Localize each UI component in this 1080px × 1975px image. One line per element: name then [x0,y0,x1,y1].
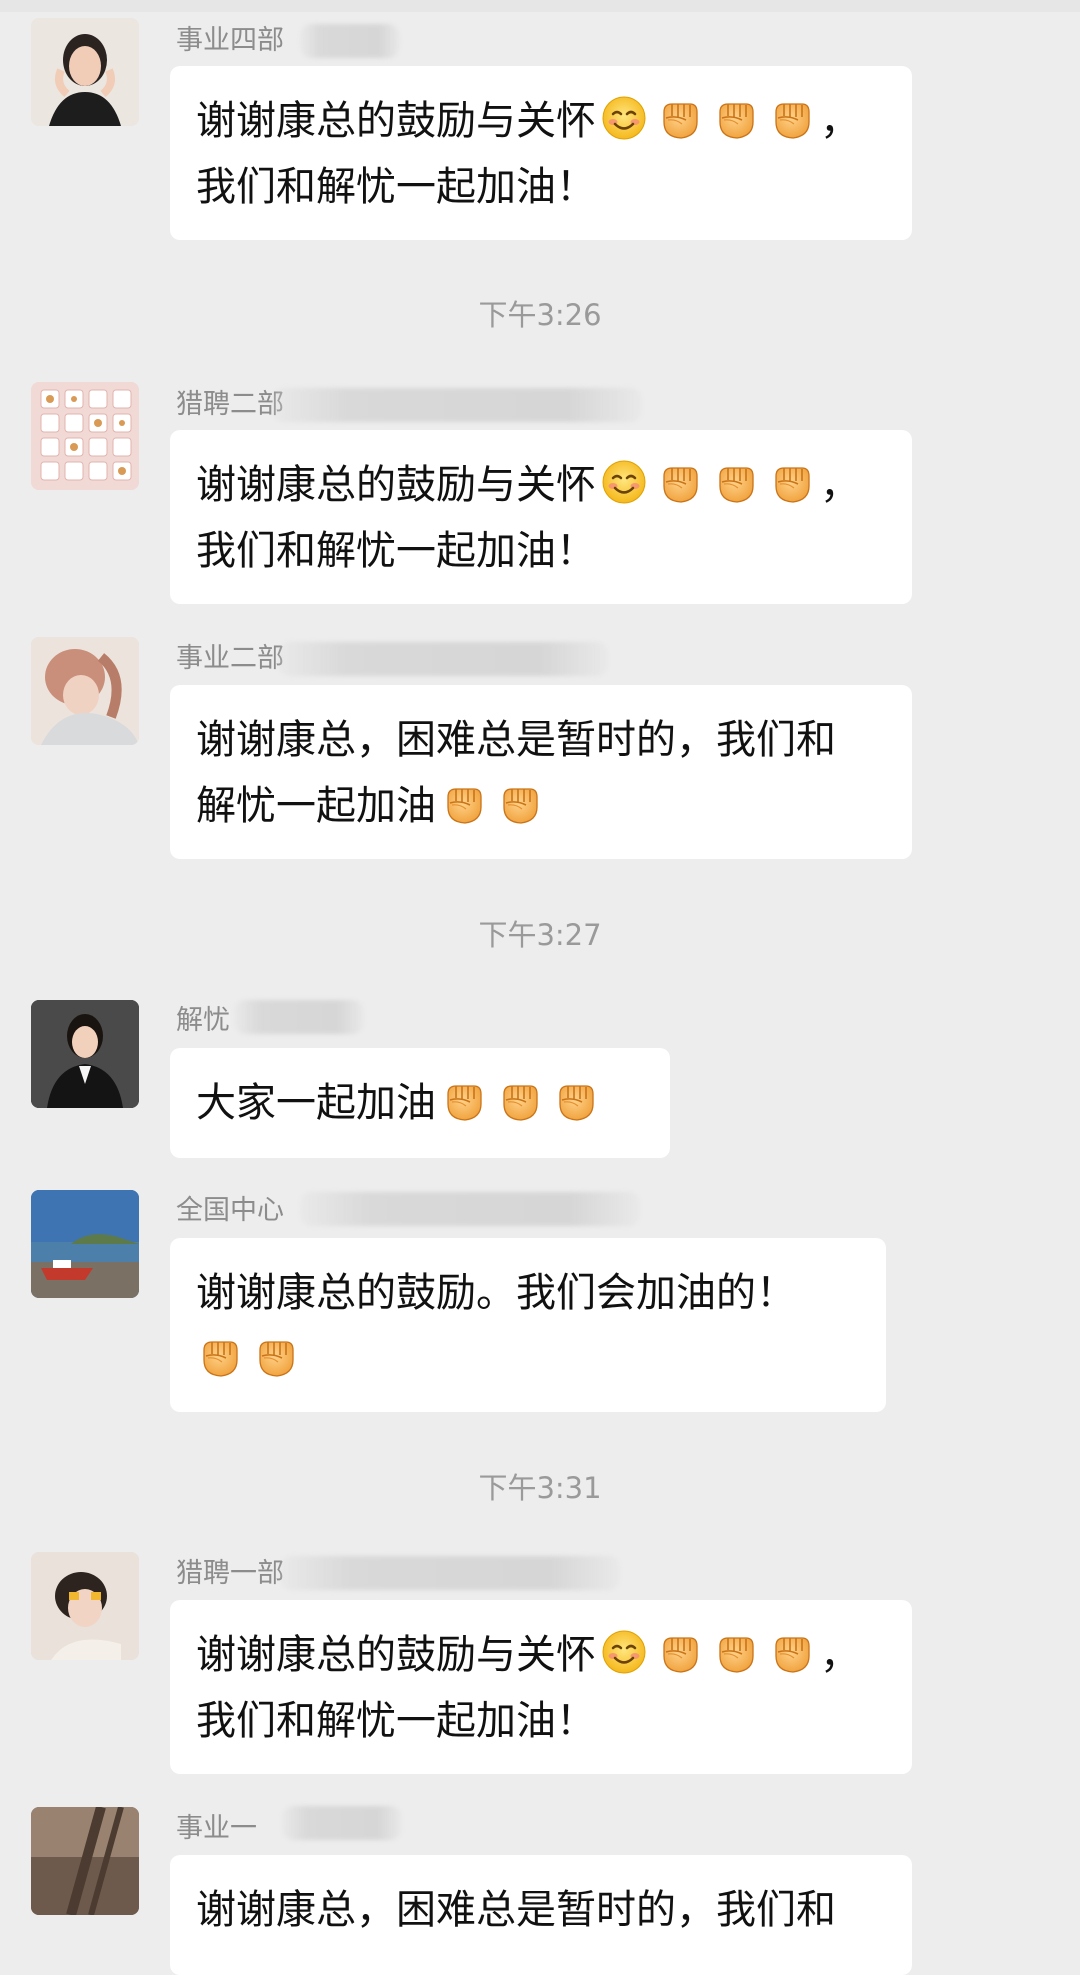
avatar[interactable] [31,1000,139,1108]
avatar[interactable] [31,1807,139,1915]
smiling-face-emoji [600,458,648,506]
raised-fist-emoji [712,458,760,506]
message-text: 大家一起加油 [196,1080,436,1126]
message-text: 谢谢康总的鼓励与关怀 [196,1632,596,1678]
message-text: 解忧一起加油 [196,783,436,829]
redacted-name [272,388,642,422]
redacted-name [282,1806,402,1840]
raised-fist-emoji [252,1332,300,1380]
redacted-name [278,642,608,676]
raised-fist-emoji [496,1076,544,1124]
timestamp: 下午3:26 [478,298,602,332]
raised-fist-emoji [656,1628,704,1676]
message-text-punct: ， [820,462,860,508]
message-text: 我们和解忧一起加油！ [196,1698,596,1744]
timestamp: 下午3:31 [478,1471,602,1505]
message-bubble[interactable]: 谢谢康总，困难总是暂时的，我们和 解忧一起加油 [170,685,912,859]
raised-fist-emoji [712,1628,760,1676]
message-text: 谢谢康总，困难总是暂时的，我们和 [196,1887,836,1933]
avatar[interactable] [31,1190,139,1298]
redacted-name [300,1192,640,1226]
raised-fist-emoji [768,94,816,142]
avatar[interactable] [31,382,139,490]
avatar[interactable] [31,637,139,745]
avatar[interactable] [31,1552,139,1660]
sender-name: 猎聘二部 [176,389,284,420]
smiling-face-emoji [600,94,648,142]
message-text: 谢谢康总的鼓励与关怀 [196,98,596,144]
message-text: 我们和解忧一起加油！ [196,164,596,210]
top-divider [0,0,1080,12]
avatar[interactable] [31,18,139,126]
timestamp: 下午3:27 [478,918,602,952]
message-text: 谢谢康总的鼓励与关怀 [196,462,596,508]
sender-name: 事业一 [176,1813,257,1844]
message-text-punct: ， [820,1632,860,1678]
raised-fist-emoji [656,94,704,142]
raised-fist-emoji [496,779,544,827]
redacted-name [300,24,400,58]
message-bubble[interactable]: 谢谢康总，困难总是暂时的，我们和 [170,1855,912,1975]
raised-fist-emoji [768,458,816,506]
message-text: 谢谢康总的鼓励。我们会加油的！ [196,1270,796,1316]
raised-fist-emoji [440,779,488,827]
message-text: 我们和解忧一起加油！ [196,528,596,574]
raised-fist-emoji [440,1076,488,1124]
redacted-name [234,1000,364,1034]
sender-name: 事业二部 [176,643,284,674]
message-bubble[interactable]: 谢谢康总的鼓励与关怀 ， 我们和解忧一起加油！ [170,1600,912,1774]
message-text-punct: ， [820,98,860,144]
smiling-face-emoji [600,1628,648,1676]
raised-fist-emoji [768,1628,816,1676]
redacted-name [280,1556,620,1590]
message-text: 谢谢康总，困难总是暂时的，我们和 [196,717,836,763]
raised-fist-emoji [656,458,704,506]
sender-name: 猎聘一部 [176,1558,284,1589]
raised-fist-emoji [552,1076,600,1124]
sender-name: 事业四部 [176,25,284,56]
raised-fist-emoji [712,94,760,142]
message-bubble[interactable]: 谢谢康总的鼓励。我们会加油的！ [170,1238,886,1412]
message-bubble[interactable]: 谢谢康总的鼓励与关怀 ， 我们和解忧一起加油！ [170,66,912,240]
sender-name: 解忧 [176,1005,230,1036]
sender-name: 全国中心 [176,1195,284,1226]
raised-fist-emoji [196,1332,244,1380]
message-bubble[interactable]: 大家一起加油 [170,1048,670,1158]
message-bubble[interactable]: 谢谢康总的鼓励与关怀 ， 我们和解忧一起加油！ [170,430,912,604]
